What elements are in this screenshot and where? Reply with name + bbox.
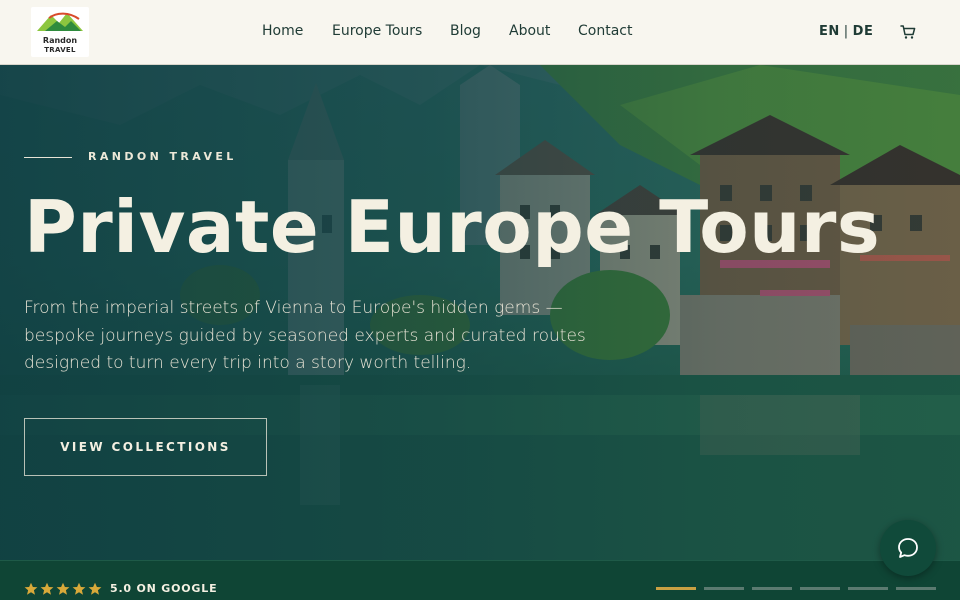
slider-dot-1[interactable]: [656, 587, 696, 590]
lang-de[interactable]: DE: [853, 24, 874, 39]
slider-dot-2[interactable]: [704, 587, 744, 590]
star-icon: [72, 582, 86, 595]
hero-title: Private Europe Tours: [24, 185, 881, 269]
chat-button[interactable]: [880, 520, 936, 576]
logo-name: Randon: [42, 36, 78, 45]
slider-dot-4[interactable]: [800, 587, 840, 590]
star-icon: [40, 582, 54, 595]
google-rating-text: 5.0 ON GOOGLE: [110, 582, 218, 595]
hero-subtitle: From the imperial streets of Vienna to E…: [24, 298, 586, 373]
star-icon: [24, 582, 38, 595]
slider-dot-3[interactable]: [752, 587, 792, 590]
view-collections-button[interactable]: VIEW COLLECTIONS: [24, 418, 267, 476]
eyebrow-divider: [24, 157, 72, 158]
hero-section: RANDON TRAVEL Private Europe Tours From …: [0, 65, 960, 560]
language-switcher: EN | DE: [819, 24, 873, 39]
slider-dot-6[interactable]: [896, 587, 936, 590]
star-icon: [56, 582, 70, 595]
lang-en[interactable]: EN: [819, 24, 840, 39]
nav-blog[interactable]: Blog: [450, 23, 481, 39]
mountain-logo-icon: [37, 12, 83, 31]
nav-europe-tours[interactable]: Europe Tours: [332, 23, 422, 39]
star-icon: [88, 582, 102, 595]
hero-eyebrow: RANDON TRAVEL: [88, 150, 237, 163]
logo[interactable]: Randon TRAVEL: [31, 7, 89, 57]
nav-home[interactable]: Home: [262, 23, 303, 39]
lang-separator: |: [843, 24, 849, 39]
logo-tagline: TRAVEL: [44, 46, 76, 54]
nav-about[interactable]: About: [509, 23, 550, 39]
chat-bubble-icon: [898, 538, 918, 558]
nav-contact[interactable]: Contact: [578, 23, 632, 39]
hero-bottom-bar: 5.0 ON GOOGLE: [0, 560, 960, 600]
site-header: Randon TRAVEL Home Europe Tours Blog Abo…: [0, 0, 960, 65]
slider-dot-5[interactable]: [848, 587, 888, 590]
cart-icon[interactable]: [900, 24, 916, 40]
